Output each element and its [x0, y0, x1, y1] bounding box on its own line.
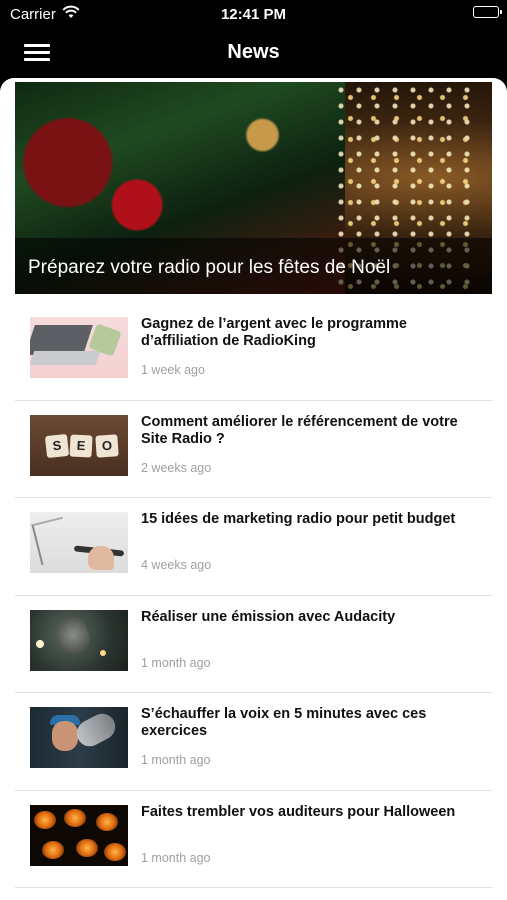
- featured-article-title: Préparez votre radio pour les fêtes de N…: [28, 257, 391, 278]
- article-title: 15 idées de marketing radio pour petit b…: [141, 511, 456, 527]
- article-item[interactable]: S’échauffer la voix en 5 minutes avec ce…: [0, 693, 507, 791]
- navigation-bar: News: [0, 28, 507, 78]
- article-title: Faites trembler vos auditeurs pour Hallo…: [141, 803, 456, 820]
- seo-tiles-thumbnail: S E O: [30, 414, 128, 476]
- article-item[interactable]: S E O Comment améliorer le référencement…: [0, 401, 507, 498]
- article-timestamp: 1 month ago: [141, 655, 211, 670]
- article-item[interactable]: Réaliser une émission avec Audacity 1 mo…: [0, 596, 507, 693]
- article-timestamp: 4 weeks ago: [141, 558, 212, 572]
- status-bar: Carrier 12:41 PM: [0, 0, 507, 28]
- seo-tile: E: [69, 433, 93, 458]
- seo-tile: S: [44, 433, 70, 458]
- divider: [15, 887, 492, 888]
- article-timestamp: 1 week ago: [141, 363, 205, 377]
- page-title: News: [227, 41, 280, 63]
- seo-tile: O: [95, 433, 119, 458]
- whiteboard-thumbnail: [30, 512, 128, 573]
- featured-article[interactable]: Préparez votre radio pour les fêtes de N…: [15, 82, 492, 294]
- singer-microphone-thumbnail: [30, 707, 128, 768]
- article-timestamp: 1 month ago: [141, 850, 211, 865]
- article-item[interactable]: 15 idées de marketing radio pour petit b…: [0, 498, 507, 596]
- article-title: S’échauffer la voix en 5 minutes avec ce…: [141, 706, 427, 739]
- article-item[interactable]: Faites trembler vos auditeurs pour Hallo…: [0, 791, 507, 888]
- article-title: Gagnez de l’argent avec le programme d’a…: [141, 316, 407, 349]
- article-timestamp: 1 month ago: [141, 753, 211, 767]
- article-timestamp: 2 weeks ago: [141, 460, 212, 475]
- article-list: Gagnez de l’argent avec le programme d’a…: [0, 303, 507, 888]
- article-title: Comment améliorer le référencement de vo…: [141, 413, 458, 447]
- article-item[interactable]: Gagnez de l’argent avec le programme d’a…: [0, 303, 507, 401]
- news-content: Préparez votre radio pour les fêtes de N…: [0, 78, 507, 900]
- pumpkins-thumbnail: [30, 804, 128, 866]
- microphone-thumbnail: [30, 609, 128, 671]
- article-title: Réaliser une émission avec Audacity: [141, 608, 396, 625]
- clock: 12:41 PM: [220, 6, 287, 23]
- battery-icon: [473, 6, 502, 18]
- laptop-money-thumbnail: [30, 317, 128, 378]
